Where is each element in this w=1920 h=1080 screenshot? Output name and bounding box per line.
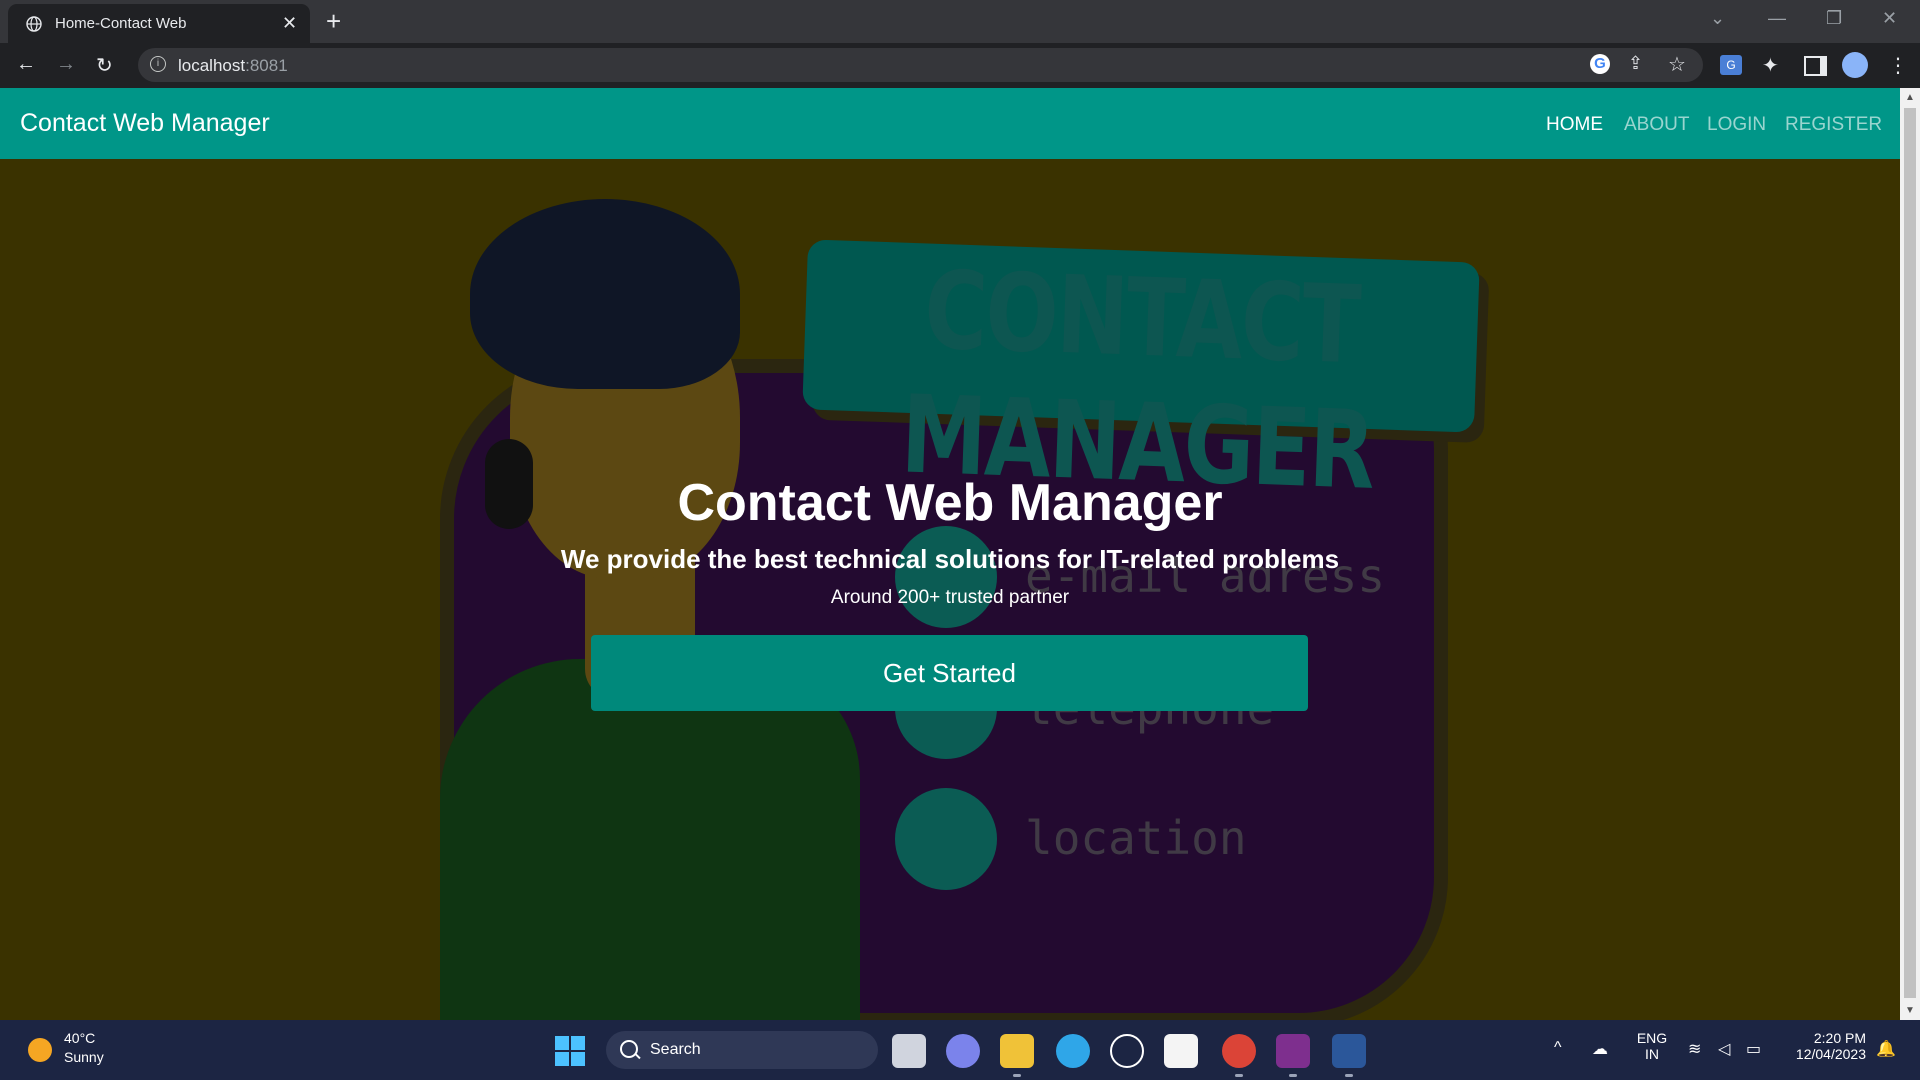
word-icon[interactable] bbox=[1332, 1034, 1366, 1068]
onedrive-icon[interactable]: ☁ bbox=[1592, 1039, 1608, 1059]
address-bar[interactable]: i localhost:8081 G ⇪ ☆ bbox=[138, 48, 1703, 82]
restore-icon[interactable]: ❐ bbox=[1826, 8, 1842, 29]
email-icon bbox=[895, 526, 997, 628]
menu-icon[interactable]: ⋮ bbox=[1888, 53, 1908, 78]
clock-time: 2:20 PM bbox=[1813, 1030, 1866, 1046]
tab-search-icon[interactable]: ⌄ bbox=[1710, 8, 1725, 29]
reload-icon[interactable]: ↻ bbox=[96, 53, 113, 78]
browser-tab-strip: Home-Contact Web ✕ + ⌄ — ❐ ✕ bbox=[0, 0, 1920, 43]
location-icon bbox=[895, 788, 997, 890]
browser-tab[interactable]: Home-Contact Web ✕ bbox=[8, 4, 310, 43]
nav-home[interactable]: HOME bbox=[1546, 114, 1603, 136]
side-panel-icon[interactable] bbox=[1804, 56, 1827, 76]
notifications-icon[interactable]: 🔔 bbox=[1876, 1039, 1896, 1059]
close-window-icon[interactable]: ✕ bbox=[1882, 8, 1897, 29]
nav-about[interactable]: ABOUT bbox=[1624, 114, 1689, 136]
windows-start-icon[interactable] bbox=[555, 1036, 585, 1066]
scroll-down-icon[interactable]: ▼ bbox=[1905, 1005, 1915, 1016]
site-navbar: Contact Web Manager HOME ABOUT LOGIN REG… bbox=[0, 88, 1900, 159]
illustration-person-hair bbox=[470, 199, 740, 389]
browser-toolbar: ← → ↻ i localhost:8081 G ⇪ ☆ G ✦ ⋮ bbox=[0, 43, 1920, 88]
translate-icon[interactable]: G bbox=[1720, 55, 1742, 75]
hero-note: Around 200+ trusted partner bbox=[830, 587, 1070, 608]
intellij-icon[interactable] bbox=[1276, 1034, 1310, 1068]
minimize-icon[interactable]: — bbox=[1768, 8, 1786, 29]
show-hidden-icons-icon[interactable]: ^ bbox=[1554, 1039, 1562, 1057]
weather-temperature[interactable]: 40°C bbox=[64, 1030, 95, 1046]
hero-section: CONTACT MANAGER e-mail adress telephone … bbox=[0, 159, 1900, 1020]
file-explorer-icon[interactable] bbox=[1000, 1034, 1034, 1068]
wifi-icon[interactable]: ≋ bbox=[1688, 1039, 1701, 1059]
language-code: ENG bbox=[1636, 1030, 1668, 1046]
dell-icon[interactable] bbox=[1110, 1034, 1144, 1068]
nav-register[interactable]: REGISTER bbox=[1785, 114, 1882, 136]
os-taskbar: 40°C Sunny Search ^ ☁ ENG IN ≋ ◁ ▭ 2:20 … bbox=[0, 1020, 1920, 1080]
taskbar-clock[interactable]: 2:20 PM 12/04/2023 bbox=[1778, 1030, 1866, 1062]
globe-icon bbox=[26, 16, 42, 32]
sun-icon[interactable] bbox=[28, 1038, 52, 1062]
scrollbar-thumb[interactable] bbox=[1904, 108, 1916, 998]
app-running-indicator bbox=[1289, 1074, 1297, 1077]
taskbar-search-label: Search bbox=[650, 1041, 701, 1058]
illustration-label-location: location bbox=[1025, 811, 1247, 865]
extensions-icon[interactable]: ✦ bbox=[1762, 53, 1779, 78]
get-started-button[interactable]: Get Started bbox=[591, 635, 1308, 711]
task-view-icon[interactable] bbox=[892, 1034, 926, 1068]
app-running-indicator bbox=[1013, 1074, 1021, 1077]
taskbar-search[interactable]: Search bbox=[606, 1031, 878, 1069]
app-running-indicator bbox=[1345, 1074, 1353, 1077]
clock-date: 12/04/2023 bbox=[1795, 1046, 1866, 1062]
hero-subtitle: We provide the best technical solutions … bbox=[560, 544, 1340, 574]
chrome-icon[interactable] bbox=[1222, 1034, 1256, 1068]
forward-icon[interactable]: → bbox=[56, 53, 76, 76]
volume-icon[interactable]: ◁ bbox=[1718, 1039, 1730, 1059]
weather-condition[interactable]: Sunny bbox=[64, 1049, 104, 1065]
back-icon[interactable]: ← bbox=[16, 53, 36, 76]
bookmark-star-icon[interactable]: ☆ bbox=[1668, 52, 1686, 77]
site-info-icon[interactable]: i bbox=[150, 56, 166, 72]
page-scrollbar[interactable]: ▲ ▼ bbox=[1900, 88, 1920, 1020]
app-running-indicator bbox=[1235, 1074, 1243, 1077]
battery-icon[interactable]: ▭ bbox=[1746, 1039, 1761, 1059]
microsoft-store-icon[interactable] bbox=[1164, 1034, 1198, 1068]
scroll-up-icon[interactable]: ▲ bbox=[1905, 92, 1915, 103]
google-icon[interactable]: G bbox=[1590, 54, 1610, 74]
illustration-person-body bbox=[440, 659, 860, 1020]
profile-avatar[interactable] bbox=[1842, 52, 1868, 78]
search-icon bbox=[620, 1040, 638, 1058]
tab-title: Home-Contact Web bbox=[55, 15, 187, 32]
site-brand[interactable]: Contact Web Manager bbox=[20, 109, 270, 138]
nav-login[interactable]: LOGIN bbox=[1707, 114, 1766, 136]
close-tab-icon[interactable]: ✕ bbox=[282, 13, 297, 34]
url-text: localhost:8081 bbox=[178, 56, 288, 75]
share-icon[interactable]: ⇪ bbox=[1628, 53, 1643, 74]
region-code: IN bbox=[1645, 1046, 1659, 1062]
edge-icon[interactable] bbox=[1056, 1034, 1090, 1068]
teams-chat-icon[interactable] bbox=[946, 1034, 980, 1068]
input-language[interactable]: ENG IN bbox=[1632, 1030, 1672, 1062]
hero-illustration-banner: CONTACT MANAGER bbox=[802, 239, 1480, 514]
new-tab-button[interactable]: + bbox=[326, 6, 341, 37]
hero-title: Contact Web Manager bbox=[677, 474, 1223, 532]
